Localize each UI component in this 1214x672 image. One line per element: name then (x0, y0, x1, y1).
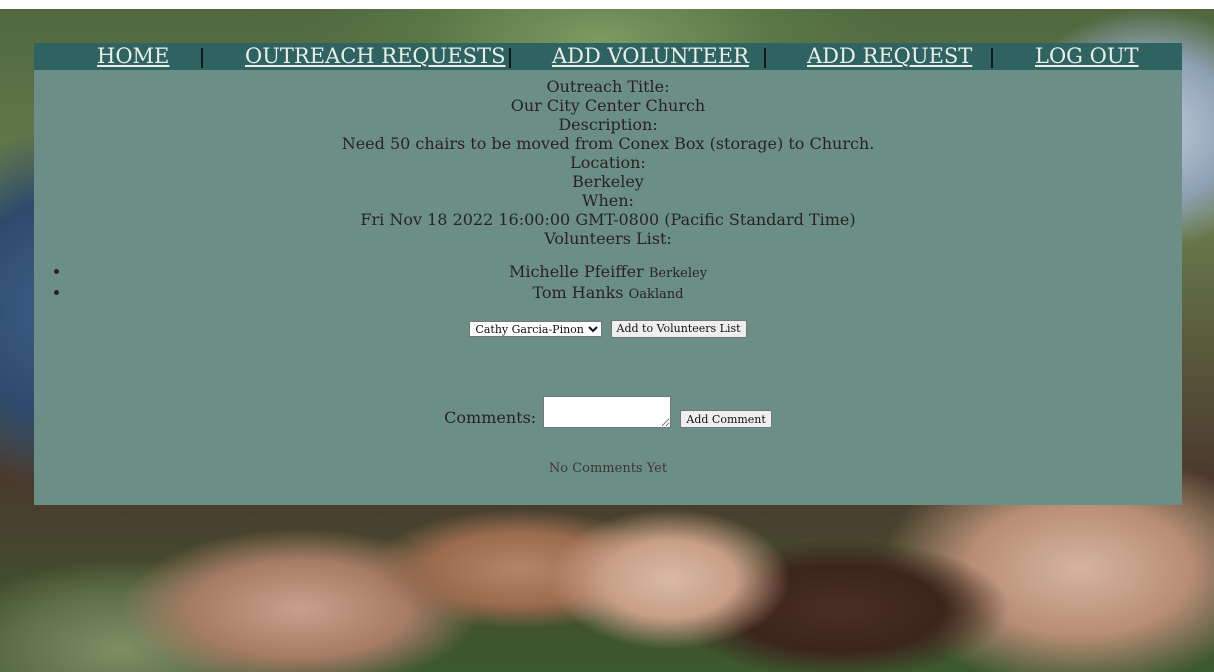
comment-form: Comments: Add Comment (34, 396, 1182, 428)
volunteer-name: Michelle Pfeiffer (508, 262, 644, 281)
comment-textarea[interactable] (543, 396, 672, 428)
no-comments-message: No Comments Yet (548, 461, 668, 476)
nav-separator (764, 48, 766, 68)
nav-separator (201, 48, 203, 68)
volunteer-city: Oakland (628, 287, 684, 302)
when-label: When: (582, 191, 634, 210)
add-volunteer-form: Cathy Garcia-Pinon Add to Volunteers Lis… (34, 318, 1182, 338)
main-nav: HOME OUTREACH REQUESTS ADD VOLUNTEER ADD… (34, 43, 1182, 70)
add-comment-button[interactable]: Add Comment (680, 410, 772, 428)
volunteers-list: Michelle Pfeiffer Berkeley Tom Hanks Oak… (34, 262, 1182, 304)
nav-home-link[interactable]: HOME (97, 43, 169, 70)
nav-add-request-link[interactable]: ADD REQUEST (807, 43, 972, 70)
volunteers-list-label: Volunteers List: (544, 229, 672, 248)
top-strip (0, 0, 1214, 9)
comments-label: Comments: (444, 408, 537, 427)
nav-outreach-requests-link[interactable]: OUTREACH REQUESTS (245, 43, 505, 70)
description-value: Need 50 chairs to be moved from Conex Bo… (341, 134, 875, 153)
description-label: Description: (558, 115, 658, 134)
outreach-title-label: Outreach Title: (546, 77, 670, 96)
outreach-info: Outreach Title: Our City Center Church D… (34, 70, 1182, 248)
nav-separator (991, 48, 993, 68)
volunteer-select[interactable]: Cathy Garcia-Pinon (469, 320, 603, 337)
volunteer-name: Tom Hanks (532, 283, 624, 302)
when-value: Fri Nov 18 2022 16:00:00 GMT-0800 (Pacif… (360, 210, 856, 229)
list-item: Michelle Pfeiffer Berkeley (34, 262, 1182, 283)
nav-separator (509, 48, 511, 68)
location-label: Location: (570, 153, 646, 172)
location-value: Berkeley (572, 172, 644, 191)
bullet-icon (54, 290, 59, 295)
add-to-volunteers-button[interactable]: Add to Volunteers List (610, 319, 747, 338)
nav-add-volunteer-link[interactable]: ADD VOLUNTEER (552, 43, 749, 70)
nav-log-out-link[interactable]: LOG OUT (1035, 43, 1139, 70)
outreach-detail-panel: Outreach Title: Our City Center Church D… (34, 70, 1182, 505)
list-item: Tom Hanks Oakland (34, 283, 1182, 304)
outreach-title-value: Our City Center Church (510, 96, 706, 115)
volunteer-city: Berkeley (648, 266, 708, 281)
bullet-icon (54, 269, 59, 274)
